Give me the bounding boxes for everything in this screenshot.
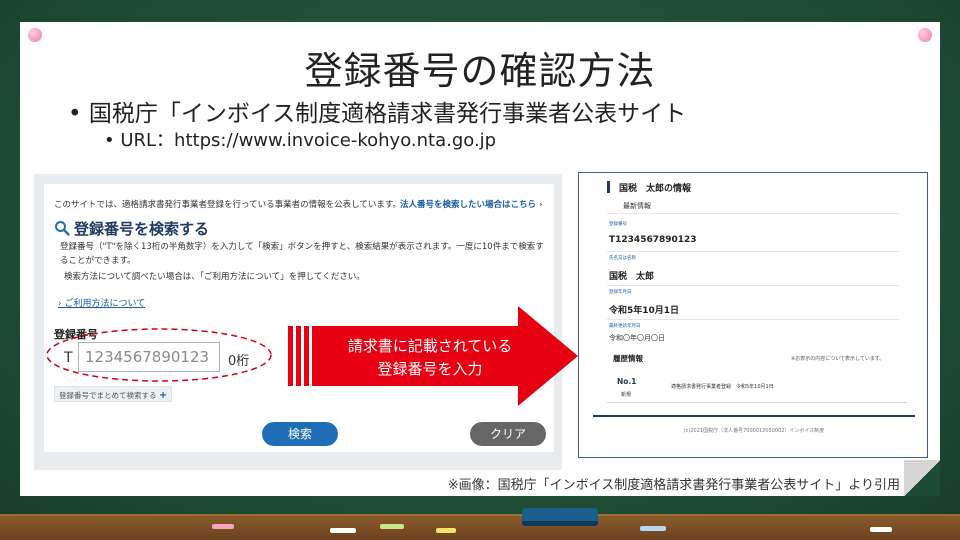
history-label: 履歴情報	[613, 354, 643, 363]
latest-info-label: 最新情報	[623, 202, 651, 210]
chalk-piece	[870, 527, 892, 532]
page-curl-shadow	[904, 460, 940, 496]
divider	[607, 251, 899, 252]
name-value: 国税 太郎	[609, 272, 655, 282]
result-title: 国税 太郎の情報	[619, 184, 692, 194]
date-field-label: 登録年月日	[609, 290, 632, 295]
divider	[607, 213, 899, 214]
search-description: 登録番号（"T"を除く13桁の半角数字）を入力して「検索」ボタンを押すと、検索結…	[60, 242, 544, 266]
slide-title: 登録番号の確認方法	[304, 49, 656, 93]
divider	[607, 319, 899, 320]
chalk-piece	[436, 528, 456, 533]
search-icon	[55, 221, 70, 236]
slide-paper: 登録番号の確認方法 • 国税庁「インボイス制度適格請求書発行事業者公表サイト •…	[20, 22, 940, 496]
history-note: ※お表示の内容について表示しています。	[791, 356, 885, 362]
corporate-number-link[interactable]: 法人番号を検索したい場合はこちら ›	[400, 198, 542, 210]
image-credit-caption: ※画像：国税庁「インボイス制度適格請求書発行事業者公表サイト」より引用	[447, 478, 900, 493]
history-number: No.1	[617, 377, 637, 386]
search-button[interactable]: 検索	[262, 422, 338, 446]
arrow-text-line1: 請求書に記載されている	[347, 337, 513, 355]
date-value: 令和5年10月1日	[609, 306, 680, 316]
usage-guide-link[interactable]: › ご利用方法について	[58, 296, 145, 309]
bullet-url: • URL：https://www.invoice-kohyo.nta.go.j…	[104, 130, 497, 151]
chalk-piece	[380, 524, 404, 529]
result-footer: (c)2021国税庁（法人番号7000012050002）インボイス制度	[683, 428, 825, 434]
site-notice: このサイトでは、適格請求書発行事業者登録を行っている事業者の情報を公表しています…	[54, 200, 401, 210]
plus-icon: +	[158, 390, 168, 401]
updated-field-label: 最終更新年月日	[609, 324, 641, 329]
chalk-ledge	[0, 514, 960, 540]
eraser	[522, 508, 598, 526]
title-accent-bar	[607, 181, 610, 193]
updated-value: 令和〇年〇月〇日	[609, 334, 665, 342]
divider	[607, 285, 899, 286]
bullet-site-name: • 国税庁「インボイス制度適格請求書発行事業者公表サイト	[68, 101, 687, 127]
chalk-piece	[640, 526, 666, 531]
result-page-screenshot: 国税 太郎の情報 最新情報 登録番号 T1234567890123 氏名又は名称…	[578, 172, 928, 458]
reg-no-field-label: 登録番号	[609, 222, 627, 227]
search-help-text: 検索方法について調べたい場合は、「ご利用方法について」を押してください。	[64, 272, 365, 282]
name-field-label: 氏名又は名称	[609, 256, 636, 261]
highlight-ellipse	[46, 328, 272, 382]
chalk-piece	[212, 524, 234, 529]
bulk-search-label: 登録番号でまとめて検索する	[59, 391, 157, 400]
chalk-piece	[330, 528, 356, 533]
arrow-text-line2: 登録番号を入力	[377, 360, 483, 378]
history-detail: 適格請求書発行事業者登録 令和5年10月1日	[671, 384, 774, 390]
history-type: 新規	[621, 392, 632, 398]
search-heading: 登録番号を検索する	[74, 220, 210, 238]
clear-button[interactable]: クリア	[470, 422, 546, 446]
bulk-search-toggle[interactable]: 登録番号でまとめて検索する +	[54, 386, 173, 402]
footer-line	[593, 415, 915, 417]
reg-no-value: T1234567890123	[609, 235, 697, 245]
